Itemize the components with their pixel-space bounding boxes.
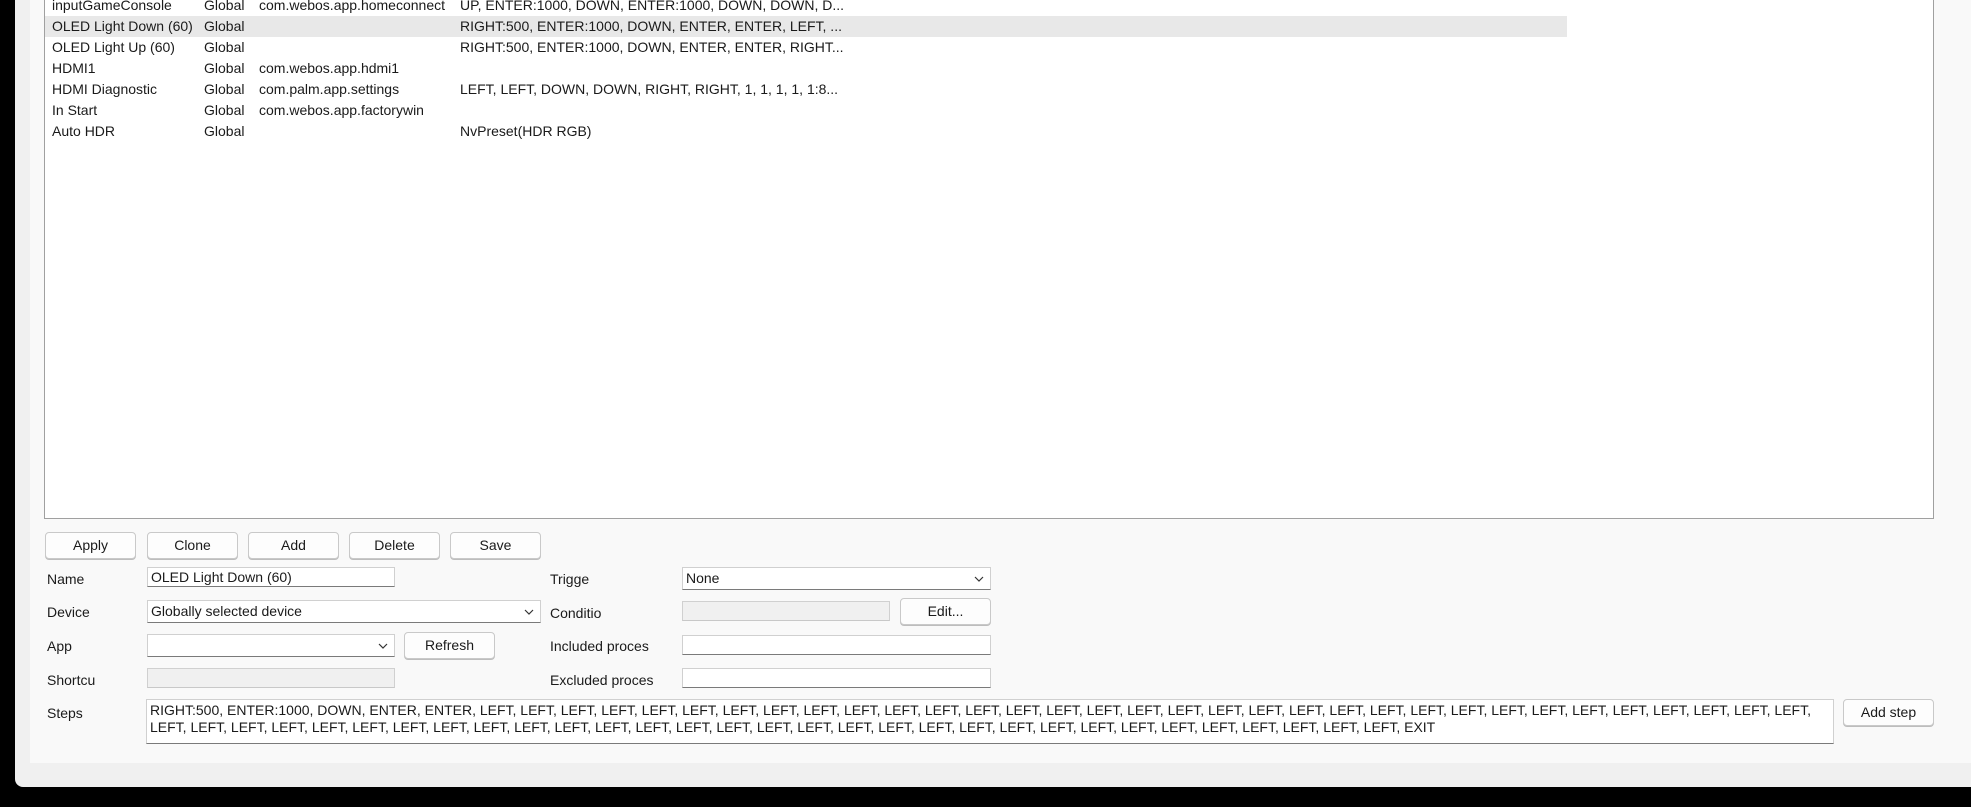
presets-list[interactable]: inputGameConsole Global com.webos.app.ho… xyxy=(44,0,1934,519)
edit-condition-button[interactable]: Edit... xyxy=(900,598,991,625)
name-label: Name xyxy=(47,571,85,587)
shortcut-label: Shortcu xyxy=(47,672,95,688)
apply-button[interactable]: Apply xyxy=(45,532,136,559)
row-name: inputGameConsole xyxy=(52,0,172,13)
row-scope: Global xyxy=(204,102,245,118)
row-name: OLED Light Down (60) xyxy=(52,18,193,34)
included-processes-label: Included proces xyxy=(550,638,649,654)
row-name: HDMI1 xyxy=(52,60,96,76)
steps-field[interactable]: RIGHT:500, ENTER:1000, DOWN, ENTER, ENTE… xyxy=(146,699,1834,744)
row-scope: Global xyxy=(204,123,245,139)
excluded-processes-field[interactable] xyxy=(682,668,991,688)
row-steps: RIGHT:500, ENTER:1000, DOWN, ENTER, ENTE… xyxy=(460,18,842,34)
chevron-down-icon xyxy=(524,609,534,615)
row-app: com.webos.app.hdmi1 xyxy=(259,60,400,76)
trigger-select[interactable]: None xyxy=(682,567,991,590)
chevron-down-icon xyxy=(378,643,388,649)
row-app: com.palm.app.settings xyxy=(259,81,400,97)
row-scope: Global xyxy=(204,60,245,76)
table-row[interactable]: HDMI Diagnostic Global com.palm.app.sett… xyxy=(45,79,1933,100)
table-row[interactable]: inputGameConsole Global com.webos.app.ho… xyxy=(45,0,1933,16)
row-steps: UP, ENTER:1000, DOWN, ENTER:1000, DOWN, … xyxy=(460,0,845,13)
name-field[interactable]: OLED Light Down (60) xyxy=(147,567,395,587)
table-row[interactable]: OLED Light Up (60) Global RIGHT:500, ENT… xyxy=(45,37,1933,58)
clone-button[interactable]: Clone xyxy=(147,532,238,559)
steps-label: Steps xyxy=(47,705,83,721)
row-scope: Global xyxy=(204,18,245,34)
table-row-selected[interactable]: OLED Light Down (60) Global RIGHT:500, E… xyxy=(45,16,1933,37)
chevron-down-icon xyxy=(974,576,984,582)
table-row[interactable]: Auto HDR Global NvPreset(HDR RGB) xyxy=(45,121,1933,142)
delete-button[interactable]: Delete xyxy=(349,532,440,559)
row-scope: Global xyxy=(204,0,245,13)
save-button[interactable]: Save xyxy=(450,532,541,559)
row-name: OLED Light Up (60) xyxy=(52,39,175,55)
included-processes-field[interactable] xyxy=(682,635,991,655)
row-app: com.webos.app.homeconnect xyxy=(259,0,445,13)
row-name: In Start xyxy=(52,102,98,118)
device-select-value: Globally selected device xyxy=(151,603,302,619)
refresh-button[interactable]: Refresh xyxy=(404,632,495,659)
app-label: App xyxy=(47,638,72,654)
app-select[interactable] xyxy=(147,634,395,657)
table-row[interactable]: In Start Global com.webos.app.factorywin xyxy=(45,100,1933,121)
condition-label: Conditio xyxy=(550,605,602,621)
add-button[interactable]: Add xyxy=(248,532,339,559)
condition-field[interactable] xyxy=(682,601,890,621)
device-label: Device xyxy=(47,604,90,620)
row-name: Auto HDR xyxy=(52,123,116,139)
trigger-label: Trigge xyxy=(550,571,590,587)
row-scope: Global xyxy=(204,39,245,55)
row-steps: RIGHT:500, ENTER:1000, DOWN, ENTER, ENTE… xyxy=(460,39,844,55)
row-steps: LEFT, LEFT, DOWN, DOWN, RIGHT, RIGHT, 1,… xyxy=(460,81,839,97)
row-app: com.webos.app.factorywin xyxy=(259,102,424,118)
row-steps: NvPreset(HDR RGB) xyxy=(460,123,592,139)
row-name: HDMI Diagnostic xyxy=(52,81,158,97)
trigger-select-value: None xyxy=(686,570,720,586)
excluded-processes-label: Excluded proces xyxy=(550,672,653,688)
row-scope: Global xyxy=(204,81,245,97)
add-step-button[interactable]: Add step xyxy=(1843,699,1934,726)
device-select[interactable]: Globally selected device xyxy=(147,600,541,623)
shortcut-field[interactable] xyxy=(147,668,395,688)
table-row[interactable]: HDMI1 Global com.webos.app.hdmi1 xyxy=(45,58,1933,79)
